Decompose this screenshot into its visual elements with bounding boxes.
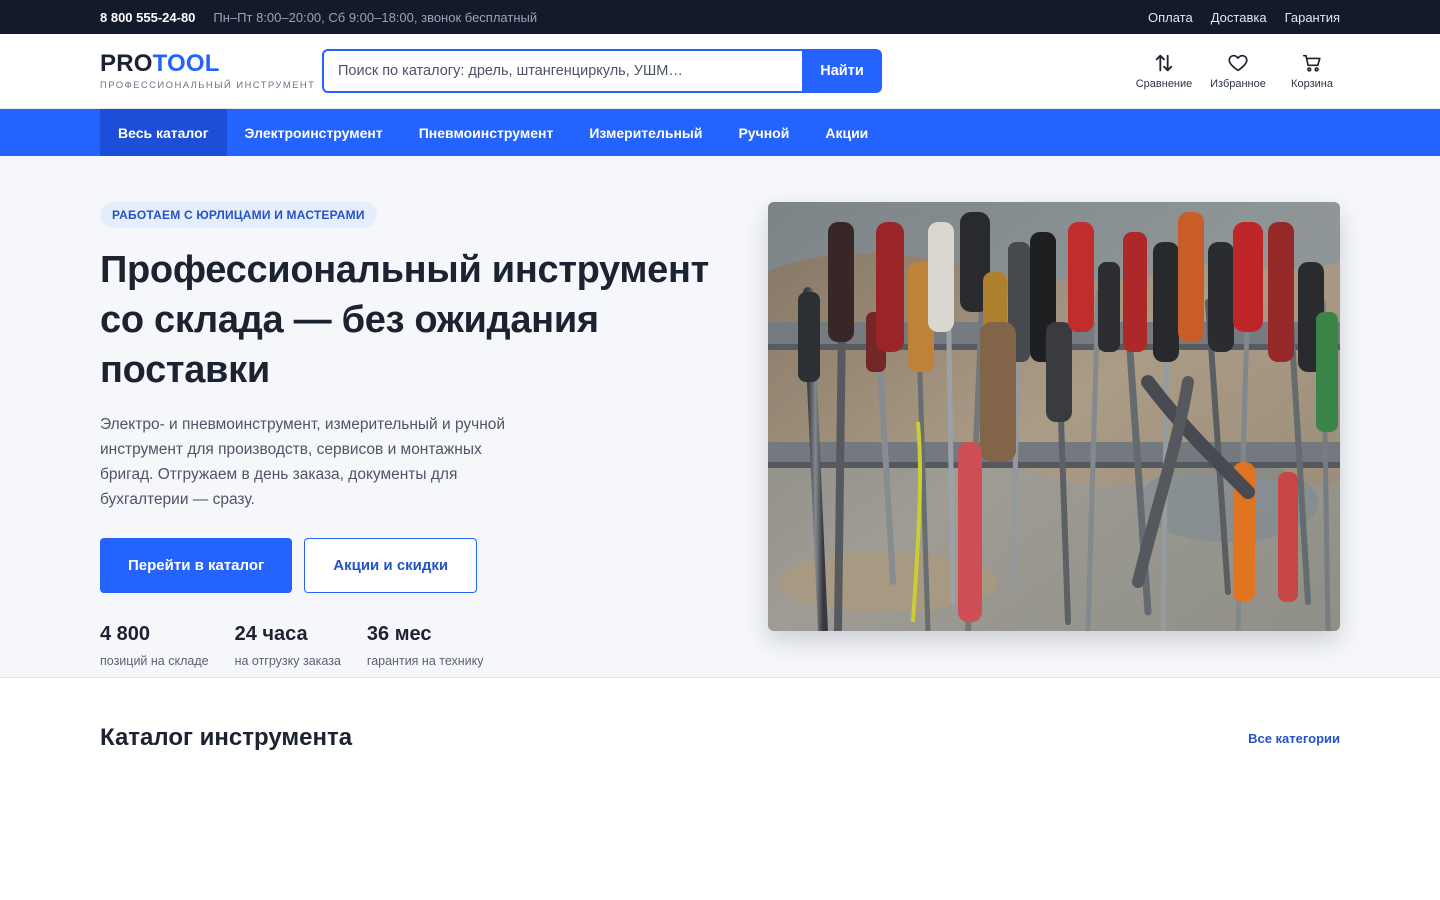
top-bar: 8 800 555-24-80 Пн–Пт 8:00–20:00, Сб 9:0… (0, 0, 1440, 34)
stat-item: 36 мес гарантия на технику (367, 623, 484, 668)
heart-icon (1228, 54, 1248, 72)
go-to-catalog-button[interactable]: Перейти в каталог (100, 538, 293, 593)
hero-stats: 4 800 позиций на складе 24 часа на отгру… (100, 623, 750, 668)
hero-lead: Электро- и пневмоинструмент, измерительн… (100, 416, 506, 508)
stat-item: 4 800 позиций на складе (100, 623, 209, 668)
stat-label: гарантия на технику (366, 654, 484, 668)
stat-value: 4 800 (100, 623, 151, 645)
hero-image-tools (768, 202, 1340, 631)
nav-item-promotions[interactable]: Акции (807, 109, 886, 156)
hero-section: РАБОТАЕМ С ЮРЛИЦАМИ И МАСТЕРАМИ Професси… (0, 156, 1440, 678)
stat-value: 24 часа (234, 623, 308, 645)
cart-button[interactable]: Корзина (1284, 52, 1340, 90)
topbar-link-delivery[interactable]: Доставка (1211, 10, 1267, 25)
logo-tagline: ПРОФЕССИОНАЛЬНЫЙ ИНСТРУМЕНТ (100, 80, 316, 91)
stat-label: позиций на складе (100, 654, 209, 668)
search-button[interactable]: Найти (802, 49, 882, 93)
nav-item-power-tools[interactable]: Электроинструмент (227, 109, 401, 156)
working-hours: Пн–Пт 8:00–20:00, Сб 9:00–18:00, звонок … (213, 9, 538, 25)
compare-icon (1155, 54, 1173, 72)
catalog-section: Каталог инструмента Все категории (0, 678, 1440, 752)
all-categories-link[interactable]: Все категории (1248, 731, 1340, 746)
favorites-button[interactable]: Избранное (1210, 52, 1266, 90)
stat-item: 24 часа на отгрузку заказа (235, 623, 341, 668)
catalog-title: Каталог инструмента (100, 724, 353, 751)
cart-label: Корзина (1291, 78, 1333, 90)
site-header: PROTOOL ПРОФЕССИОНАЛЬНЫЙ ИНСТРУМЕНТ Найт… (0, 34, 1440, 109)
logo-pro: PRO (100, 50, 153, 77)
nav-item-pneumatic[interactable]: Пневмоинструмент (401, 109, 572, 156)
cart-icon (1302, 54, 1321, 72)
logo-tool: TOOL (152, 50, 220, 77)
compare-label: Сравнение (1135, 78, 1193, 90)
topbar-link-payment[interactable]: Оплата (1148, 10, 1193, 25)
nav-item-all-catalog[interactable]: Весь каталог (100, 109, 227, 156)
logo[interactable]: PROTOOL ПРОФЕССИОНАЛЬНЫЙ ИНСТРУМЕНТ (100, 50, 322, 92)
compare-button[interactable]: Сравнение (1136, 52, 1192, 90)
promotions-button[interactable]: Акции и скидки (304, 538, 478, 593)
main-nav: Весь каталог Электроинструмент Пневмоинс… (0, 109, 1440, 156)
stat-label: на отгрузку заказа (234, 654, 341, 668)
hero-badge: РАБОТАЕМ С ЮРЛИЦАМИ И МАСТЕРАМИ (100, 202, 377, 228)
hero-title: Профессиональный инструмент со склада — … (100, 249, 709, 391)
search-form: Найти (322, 49, 882, 93)
phone-number[interactable]: 8 800 555-24-80 (100, 10, 195, 25)
topbar-link-warranty[interactable]: Гарантия (1285, 10, 1340, 25)
favorites-label: Избранное (1210, 78, 1266, 90)
search-input[interactable] (322, 49, 802, 93)
stat-value: 36 мес (366, 623, 432, 645)
nav-item-measuring[interactable]: Измерительный (571, 109, 720, 156)
nav-item-hand-tools[interactable]: Ручной (720, 109, 807, 156)
